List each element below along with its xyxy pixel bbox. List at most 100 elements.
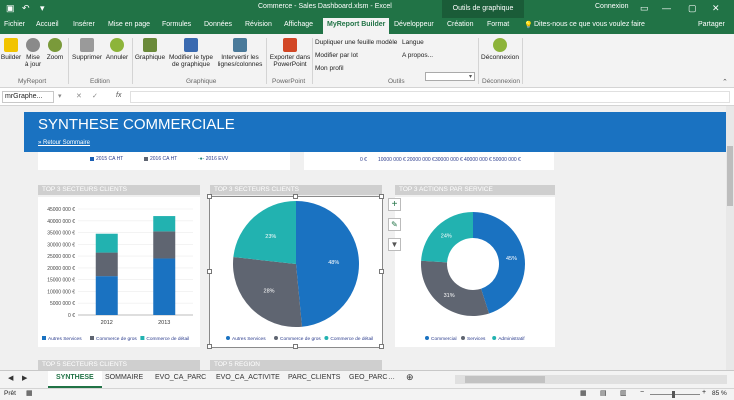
zoom-level[interactable]: 85 %	[712, 390, 727, 397]
cancel-entry-icon[interactable]: ✕	[76, 92, 82, 100]
change-chart-type-button[interactable]: Modifier le type de graphique	[166, 38, 216, 68]
tab-affichage[interactable]: Affichage	[284, 21, 313, 28]
tab-accueil[interactable]: Accueil	[36, 21, 59, 28]
power-icon	[493, 38, 507, 52]
sheet-tab-parc-clients[interactable]: PARC_CLIENTS	[288, 374, 340, 381]
close-icon[interactable]: ✕	[712, 3, 720, 14]
tab-myreport-builder[interactable]: MyReport Builder	[323, 18, 390, 34]
horizontal-scrollbar[interactable]	[455, 375, 727, 384]
stacked-bar-chart-panel[interactable]: 0 € 5000 000 € 10000 000 € 15000 000 € 20000…	[38, 197, 200, 347]
sheet-tab-synthese[interactable]: SYNTHESE	[48, 371, 102, 388]
sheet-tab-geo-parc[interactable]: GEO_PARC	[349, 374, 387, 381]
collapse-ribbon-icon[interactable]: ⌃	[722, 78, 728, 86]
tab-inserer[interactable]: Insérer	[73, 21, 95, 28]
about-button[interactable]: A propos...	[402, 52, 433, 59]
tab-scroll-right-icon[interactable]: ▶	[22, 374, 27, 382]
donut-chart-panel[interactable]: 45% 31% 24% Commercial Services Administratif	[395, 197, 555, 347]
duplicate-sheet-button[interactable]: Dupliquer une feuille modèle	[315, 39, 397, 46]
chart-elements-plus-icon[interactable]: +	[388, 198, 401, 211]
resize-handle[interactable]	[379, 194, 384, 199]
zoom-out-icon[interactable]: −	[640, 389, 644, 396]
delete-button[interactable]: Supprimer	[70, 38, 104, 61]
tab-scroll-left-icon[interactable]: ◀	[8, 374, 13, 382]
tab-fichier[interactable]: Fichier	[4, 21, 25, 28]
section-header: TOP 3 SECTEURS CLIENTS	[38, 185, 200, 195]
switch-row-column-button[interactable]: Intervertir les lignes/colonnes	[216, 38, 264, 68]
top-left-chart-remnant[interactable]: 2015 CA HT 2016 CA HT -●- 2016 EVV	[38, 152, 290, 170]
normal-view-icon[interactable]: ▦	[580, 389, 587, 397]
group-label-outils: Outils	[388, 78, 405, 85]
tell-me-box[interactable]: Dites-nous ce que vous voulez faire	[534, 21, 645, 28]
switch-row-column-label: Intervertir les lignes/colonnes	[217, 54, 263, 68]
page-break-view-icon[interactable]: ▥	[620, 389, 627, 397]
undo-icon[interactable]: ↶	[22, 3, 30, 14]
sheet-tab-more-icon[interactable]: …	[388, 374, 395, 381]
section-header: TOP 3 ACTIONS PAR SERVICE	[395, 185, 555, 195]
name-box-dropdown-icon[interactable]: ▾	[58, 92, 62, 100]
legend-label: Commerce de gros	[96, 336, 137, 342]
profile-button[interactable]: Mon profil	[315, 65, 344, 72]
chart-styles-brush-icon[interactable]: ✎	[388, 218, 401, 231]
resize-handle[interactable]	[207, 269, 212, 274]
tab-revision[interactable]: Révision	[245, 21, 272, 28]
bar-segment	[153, 258, 176, 315]
chevron-down-icon: ▾	[468, 74, 472, 80]
function-icon[interactable]: fx	[116, 92, 121, 99]
zoom-slider-thumb[interactable]	[672, 391, 675, 398]
minimize-icon[interactable]: —	[662, 3, 671, 13]
record-macro-icon[interactable]: ▦	[26, 389, 33, 397]
language-select[interactable]: ▾	[425, 72, 475, 81]
confirm-entry-icon[interactable]: ✓	[92, 92, 98, 100]
sheet-tab-evo-ca-activite[interactable]: EVO_CA_ACTIVITE	[216, 374, 280, 381]
y-tick-label: 30000 000 €	[47, 242, 75, 248]
tab-format[interactable]: Format	[487, 21, 509, 28]
chart-button[interactable]: Graphique	[134, 38, 166, 61]
save-icon[interactable]: ▣	[6, 3, 15, 14]
cancel-button[interactable]: Annuler	[104, 38, 130, 61]
disconnect-button[interactable]: Déconnexion	[480, 38, 520, 61]
sheet-tab-sommaire[interactable]: SOMMAIRE	[105, 374, 143, 381]
share-button[interactable]: Partager	[698, 21, 725, 28]
vertical-scrollbar[interactable]	[726, 106, 734, 370]
maximize-icon[interactable]: ▢	[688, 3, 697, 14]
sheet-tab-evo-ca-parc[interactable]: EVO_CA_PARC	[155, 374, 206, 381]
resize-handle[interactable]	[293, 344, 298, 349]
formula-input[interactable]	[130, 91, 730, 103]
name-box[interactable]: mrGraphe...	[2, 91, 54, 103]
zoom-in-icon[interactable]: +	[702, 389, 706, 396]
legend-swatch	[90, 336, 94, 340]
scroll-thumb[interactable]	[465, 376, 545, 383]
customize-qat-icon[interactable]: ▾	[40, 3, 45, 14]
connexion-link[interactable]: Connexion	[595, 3, 628, 10]
status-ready: Prêt	[4, 390, 16, 397]
batch-edit-button[interactable]: Modifier par lot	[315, 52, 358, 59]
zoom-slider[interactable]	[650, 394, 700, 395]
ribbon-display-icon[interactable]: ▭	[640, 3, 649, 14]
chart-filter-icon[interactable]: ▼	[388, 238, 401, 251]
back-to-summary-link[interactable]: » Retour Sommaire	[38, 140, 90, 146]
legend-label: 2015 CA HT	[96, 156, 124, 162]
chart-type-icon	[184, 38, 198, 52]
tab-creation[interactable]: Création	[447, 21, 473, 28]
builder-button[interactable]: Builder	[0, 38, 22, 61]
zoom-button[interactable]: Zoom	[44, 38, 66, 61]
resize-handle[interactable]	[293, 194, 298, 199]
resize-handle[interactable]	[207, 194, 212, 199]
pie-chart-panel[interactable]: 48% 28% 23% Autres Services Commerce de gros…	[209, 196, 383, 348]
tab-donnees[interactable]: Données	[204, 21, 232, 28]
slice-label: 48%	[328, 260, 339, 266]
tab-developpeur[interactable]: Développeur	[394, 21, 434, 28]
top-right-chart-remnant[interactable]: 0 € 10000 000 € 20000 000 € 30000 000 € …	[304, 152, 554, 170]
update-button[interactable]: Mise à jour	[22, 38, 44, 68]
page-layout-view-icon[interactable]: ▤	[600, 389, 607, 397]
tab-formules[interactable]: Formules	[162, 21, 191, 28]
resize-handle[interactable]	[207, 344, 212, 349]
resize-handle[interactable]	[379, 269, 384, 274]
add-sheet-icon[interactable]: ⊕	[406, 372, 414, 383]
tab-mise-en-page[interactable]: Mise en page	[108, 21, 150, 28]
y-tick-label: 0 €	[68, 313, 75, 319]
trash-icon	[80, 38, 94, 52]
scroll-thumb[interactable]	[727, 146, 733, 206]
resize-handle[interactable]	[379, 344, 384, 349]
export-powerpoint-button[interactable]: Exporter dans PowerPoint	[268, 38, 312, 68]
